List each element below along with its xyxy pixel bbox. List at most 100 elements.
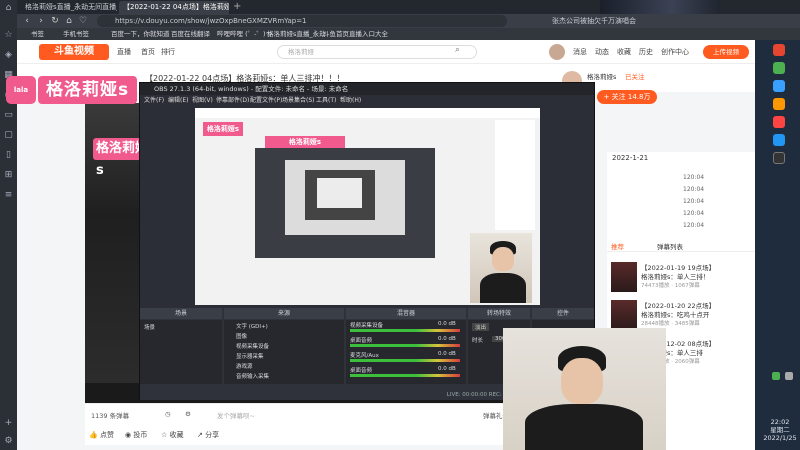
coin-button[interactable]: ◉ 投币 — [125, 430, 147, 440]
date-text: 2022/1/25 — [763, 434, 797, 442]
video-subtitle[interactable]: 格洛莉娅s：单人三排！ — [641, 271, 751, 281]
app-icon[interactable] — [773, 152, 785, 164]
video-subtitle[interactable]: 格洛莉娅s：吃鸡十点开 — [641, 309, 751, 319]
tab-2[interactable]: 【2022-01-22 04点场】格洛莉娅✕ — [119, 1, 229, 14]
bookmark-item[interactable]: 百度在线翻译 — [171, 28, 210, 40]
address-search[interactable]: 张杰公司被抽欠千万演唱会 — [552, 15, 637, 27]
game-icon[interactable]: ◈ — [3, 50, 14, 61]
mixer-item-db: 0.0 dB — [438, 321, 456, 327]
favorite-button[interactable]: ☆ 收藏 — [161, 430, 184, 440]
app-icon[interactable] — [773, 62, 785, 74]
mixer-item-db: 0.0 dB — [438, 336, 456, 342]
source-item[interactable]: 音频输入采集 — [236, 372, 269, 380]
menu-item[interactable]: 停靠部件(D) — [216, 95, 249, 106]
forward-icon[interactable]: › — [35, 15, 47, 27]
duration-text: 120:04 — [683, 186, 705, 193]
upload-button[interactable]: 上传视频 — [703, 45, 749, 59]
app-icon[interactable] — [773, 116, 785, 128]
tab-recommend[interactable]: 推荐 — [611, 241, 624, 251]
site-logo[interactable]: 斗鱼视频 — [39, 44, 109, 60]
menu-item[interactable]: 工具(T) — [316, 95, 336, 106]
source-item[interactable]: 图像 — [236, 332, 247, 340]
preview-side — [495, 120, 535, 230]
video-meta: 74473播放 · 1067弹幕 — [641, 283, 700, 289]
bookmark-item[interactable]: 格洛莉娅s直播_永劫 — [267, 28, 326, 40]
home-icon[interactable]: ⌂ — [3, 3, 14, 14]
site-search-input[interactable]: 格洛莉娅 — [277, 45, 477, 59]
like-button[interactable]: 👍 点赞 — [89, 430, 114, 440]
transition-select[interactable]: 淡出 — [472, 323, 490, 331]
menu-item[interactable]: 帮助(H) — [340, 95, 361, 106]
nav-favorites[interactable]: 收藏 — [617, 47, 631, 57]
nav-history[interactable]: 历史 — [639, 47, 653, 57]
stream-banner: lala 格洛莉娅s — [0, 76, 170, 104]
obs-preview[interactable]: 格洛莉娅s 格洛莉娅s — [195, 108, 540, 305]
bookmark-item[interactable]: 书签 — [31, 28, 44, 40]
bookmark-item[interactable]: 百度一下，你就知道 — [111, 28, 170, 40]
preview-banner: 格洛莉娅s — [265, 136, 345, 148]
url-input[interactable]: https://v.douyu.com/show/jwzOxpBneGXMZVR… — [97, 15, 507, 27]
tray-icon[interactable] — [785, 372, 793, 380]
menu-item[interactable]: 配置文件(P) — [250, 95, 282, 106]
source-item[interactable]: 文字 (GDI+) — [236, 322, 268, 330]
nav-live[interactable]: 直播 — [117, 47, 131, 57]
bookmark-item[interactable]: 哔哩哔哩 (゜-゜)つ — [217, 28, 272, 40]
source-item[interactable]: 视频采集设备 — [236, 342, 269, 350]
danmaku-input[interactable]: 发个弹幕呗~ — [217, 410, 255, 420]
clock-icon[interactable]: ◷ — [165, 410, 171, 418]
settings-icon[interactable]: ⚙ — [185, 410, 191, 418]
nav-home[interactable]: 首页 — [141, 47, 155, 57]
app-icon[interactable] — [773, 44, 785, 56]
settings-icon[interactable]: ⚙ — [3, 436, 14, 447]
list-icon[interactable]: ≡ — [3, 190, 14, 201]
like-label: 点赞 — [99, 431, 114, 439]
scene-item[interactable]: 场景 — [144, 323, 155, 331]
bookmark-item[interactable]: 手机书签 — [63, 28, 89, 40]
tab-danmaku-list[interactable]: 弹幕列表 — [657, 241, 683, 251]
follow-button[interactable]: + 关注 14.8万 — [597, 90, 657, 104]
home-nav-icon[interactable]: ⌂ — [63, 15, 75, 27]
video-thumbnail[interactable] — [611, 300, 637, 330]
tray-icon[interactable] — [772, 372, 780, 380]
volume-meter — [350, 344, 460, 347]
source-item[interactable]: 游戏源 — [236, 362, 253, 370]
bookmark-icon[interactable]: ▭ — [3, 110, 14, 121]
video-thumbnail[interactable] — [611, 262, 637, 292]
menu-item[interactable]: 视图(V) — [192, 95, 213, 106]
preview-banner: 格洛莉娅s — [203, 122, 243, 136]
phone-icon[interactable]: ▯ — [3, 150, 14, 161]
menu-item[interactable]: 场景集合(S) — [282, 95, 315, 106]
tab-1[interactable]: 格洛莉娅s直播_永劫无间直播_斗鱼云 — [21, 1, 117, 14]
nav-rank[interactable]: 排行 — [161, 47, 175, 57]
new-tab-icon[interactable]: + — [233, 1, 241, 13]
back-icon[interactable]: ‹ — [21, 15, 33, 27]
heart-icon[interactable]: ♡ — [77, 15, 89, 27]
star-icon[interactable]: ☆ — [3, 30, 14, 41]
shirt — [480, 273, 526, 303]
source-item[interactable]: 显示器采集 — [236, 352, 264, 360]
chat-icon[interactable]: ▢ — [3, 130, 14, 141]
preview-webcam — [470, 233, 532, 303]
nav-dynamic[interactable]: 动态 — [595, 47, 609, 57]
search-icon[interactable]: ⌕ — [455, 45, 460, 55]
cart-icon[interactable]: ⊞ — [3, 170, 14, 181]
anchor-name[interactable]: 格洛莉娅s — [587, 71, 616, 81]
share-button[interactable]: ↗ 分享 — [197, 430, 219, 440]
list-item[interactable]: 【2022-01-19 19点场】 格洛莉娅s：单人三排！ 74473播放 · … — [607, 262, 755, 298]
nav-messages[interactable]: 消息 — [573, 47, 587, 57]
system-clock[interactable]: 22:02 星期二 2022/1/25 — [760, 418, 800, 442]
user-avatar[interactable] — [549, 44, 565, 60]
sources-panel-head: 来源 — [224, 308, 344, 319]
refresh-icon[interactable]: ↻ — [49, 15, 61, 27]
volume-meter — [350, 359, 460, 362]
app-icon[interactable] — [773, 98, 785, 110]
menu-item[interactable]: 编辑(E) — [168, 95, 188, 106]
duration-text: 120:04 — [683, 222, 705, 229]
app-icon[interactable] — [773, 134, 785, 146]
app-icon[interactable] — [773, 80, 785, 92]
bookmark-item[interactable]: 斗鱼首页直播入口大全 — [323, 28, 388, 40]
audio-mixer: 视频采集设备 0.0 dB 桌面音频 0.0 dB 麦克风/Aux 0.0 dB… — [346, 320, 466, 384]
mixer-item-label: 视频采集设备 — [350, 323, 384, 329]
nav-creator[interactable]: 创作中心 — [661, 47, 689, 57]
add-icon[interactable]: + — [3, 418, 14, 429]
